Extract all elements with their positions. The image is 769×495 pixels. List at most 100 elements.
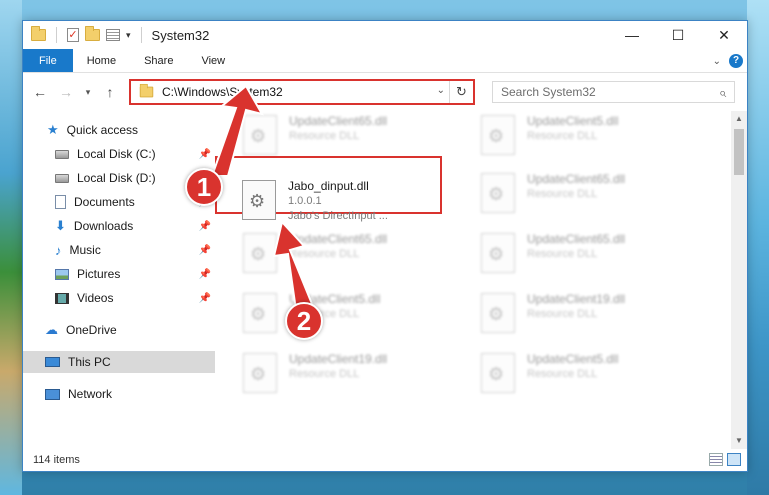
music-icon: ♪ xyxy=(55,242,62,258)
sidebar-item-label: Local Disk (D:) xyxy=(77,171,156,185)
pin-icon: 📌 xyxy=(198,244,211,256)
ribbon-tabs: File Home Share View ⌄ ? xyxy=(23,49,747,73)
network-icon xyxy=(45,388,60,400)
file-type: Resource DLL xyxy=(527,308,598,320)
sidebar-item-label: Music xyxy=(69,243,101,257)
search-icon[interactable]: ⌕ xyxy=(719,85,726,101)
details-view-icon[interactable] xyxy=(709,453,723,466)
search-box[interactable]: Search System32 ⌕ xyxy=(492,81,735,103)
file-type: Resource DLL xyxy=(289,248,360,260)
status-bar: 114 items xyxy=(23,449,747,471)
dll-file-icon xyxy=(481,115,515,155)
vertical-scrollbar[interactable]: ▲ ▼ xyxy=(731,111,747,449)
minimize-button[interactable]: — xyxy=(609,21,655,49)
title-divider xyxy=(140,27,142,43)
file-item[interactable]: UpdateClient5.dllResource DLL xyxy=(243,289,473,339)
scroll-thumb[interactable] xyxy=(734,129,744,175)
pin-icon: 📌 xyxy=(198,220,211,232)
sidebar-item-local-disk-c[interactable]: Local Disk (C:) 📌 xyxy=(23,143,215,165)
explorer-window: ✓ ▾ System32 — ☐ ✕ File Home Share View … xyxy=(22,20,748,472)
item-count: 114 items xyxy=(33,454,80,466)
expand-ribbon-icon[interactable]: ⌄ xyxy=(713,56,721,67)
sidebar-item-downloads[interactable]: ⬇ Downloads 📌 xyxy=(23,215,215,237)
desktop-background-left xyxy=(0,0,22,495)
maximize-button[interactable]: ☐ xyxy=(655,21,701,49)
scroll-up-icon[interactable]: ▲ xyxy=(731,111,747,127)
file-version: 1.0.0.1 xyxy=(288,195,322,207)
sidebar-item-label: OneDrive xyxy=(66,323,117,337)
ribbon-right-controls: ⌄ ? xyxy=(713,49,743,73)
properties-icon[interactable] xyxy=(106,29,120,41)
step-1-callout: 1 xyxy=(185,168,223,206)
close-button[interactable]: ✕ xyxy=(701,21,747,49)
sidebar-item-quick-access[interactable]: ★ Quick access xyxy=(23,119,215,141)
file-item[interactable]: UpdateClient19.dll Resource DLL xyxy=(243,349,473,399)
sidebar-item-network[interactable]: Network xyxy=(23,383,215,405)
highlighted-file-item[interactable]: Jabo_dinput.dll 1.0.0.1 Jabo's DirectInp… xyxy=(242,176,472,226)
file-item[interactable]: UpdateClient65.dll Resource DLL xyxy=(481,229,711,279)
customize-toolbar-caret-icon[interactable]: ▾ xyxy=(126,30,131,41)
dll-file-icon xyxy=(243,115,277,155)
scroll-down-icon[interactable]: ▼ xyxy=(731,433,747,449)
star-icon: ★ xyxy=(47,122,59,137)
file-item[interactable]: UpdateClient19.dll Resource DLL xyxy=(481,289,711,339)
drive-icon xyxy=(55,149,69,159)
file-type: Resource DLL xyxy=(527,248,598,260)
tab-share[interactable]: Share xyxy=(130,49,187,72)
file-item[interactable]: UpdateClient5.dll Resource DLL xyxy=(481,349,711,399)
sidebar-item-music[interactable]: ♪ Music 📌 xyxy=(23,239,215,261)
tab-file[interactable]: File xyxy=(23,49,73,72)
search-placeholder[interactable]: Search System32 xyxy=(501,85,596,99)
pin-icon: 📌 xyxy=(198,268,211,280)
properties-check-icon[interactable]: ✓ xyxy=(67,28,79,42)
pin-icon: 📌 xyxy=(198,292,211,304)
tiles-view-icon[interactable] xyxy=(727,453,741,466)
file-item[interactable]: UpdateClient65.dll Resource DLL xyxy=(243,111,473,161)
quick-access-toolbar: ✓ ▾ xyxy=(23,26,146,43)
address-dropdown-icon[interactable]: ⌄ xyxy=(437,85,445,96)
address-bar[interactable]: C:\Windows\System32 ⌄ ↻ xyxy=(129,79,475,105)
sidebar-item-label: Network xyxy=(68,387,113,401)
up-arrow-icon[interactable]: ↑ xyxy=(99,84,121,100)
tab-view[interactable]: View xyxy=(187,49,239,72)
file-name: Jabo_dinput.dll xyxy=(288,179,369,193)
view-toggle xyxy=(709,453,741,466)
tab-home[interactable]: Home xyxy=(73,49,130,72)
file-item[interactable]: UpdateClient5.dllResource DLL xyxy=(481,111,711,161)
address-folder-icon xyxy=(139,83,154,98)
title-bar: ✓ ▾ System32 — ☐ ✕ xyxy=(23,21,747,49)
forward-arrow-icon[interactable]: → xyxy=(55,84,77,100)
sidebar-item-label: Quick access xyxy=(66,123,139,137)
sidebar-item-this-pc[interactable]: This PC xyxy=(23,351,215,373)
computer-icon xyxy=(45,357,60,367)
dll-file-icon xyxy=(481,293,515,333)
dll-file-icon xyxy=(243,233,277,273)
document-icon xyxy=(55,195,66,209)
drive-icon xyxy=(55,173,69,183)
window-controls: — ☐ ✕ xyxy=(609,21,747,49)
file-name: UpdateClient65.dll xyxy=(289,232,388,246)
sidebar-item-videos[interactable]: Videos 📌 xyxy=(23,287,215,309)
file-item[interactable]: UpdateClient65.dll Resource DLL xyxy=(243,229,473,279)
refresh-icon[interactable]: ↻ xyxy=(449,81,473,103)
sidebar-item-pictures[interactable]: Pictures 📌 xyxy=(23,263,215,285)
file-description: Jabo's DirectInput ... xyxy=(288,210,388,222)
help-icon[interactable]: ? xyxy=(729,54,743,68)
sidebar-item-label: Videos xyxy=(77,291,114,305)
sidebar-item-label: This PC xyxy=(68,355,111,369)
window-title: System32 xyxy=(151,27,210,43)
address-path[interactable]: C:\Windows\System32 xyxy=(162,85,283,99)
file-name: UpdateClient5.dll xyxy=(527,352,619,366)
sidebar-item-onedrive[interactable]: ☁ OneDrive xyxy=(23,319,215,341)
download-icon: ⬇ xyxy=(55,218,66,233)
recent-locations-caret-icon[interactable]: ▾ xyxy=(81,87,95,98)
new-folder-icon[interactable] xyxy=(85,26,100,41)
file-type: Resource DLL xyxy=(527,368,598,380)
navigation-bar: ← → ▾ ↑ C:\Windows\System32 ⌄ ↻ Search S… xyxy=(23,73,747,111)
file-item[interactable]: UpdateClient65.dll Resource DLL xyxy=(481,169,711,219)
step-2-callout: 2 xyxy=(285,302,323,340)
file-type: Resource DLL xyxy=(527,188,598,200)
back-arrow-icon[interactable]: ← xyxy=(29,84,51,100)
file-name: UpdateClient65.dll xyxy=(527,232,626,246)
cloud-icon: ☁ xyxy=(45,322,58,337)
